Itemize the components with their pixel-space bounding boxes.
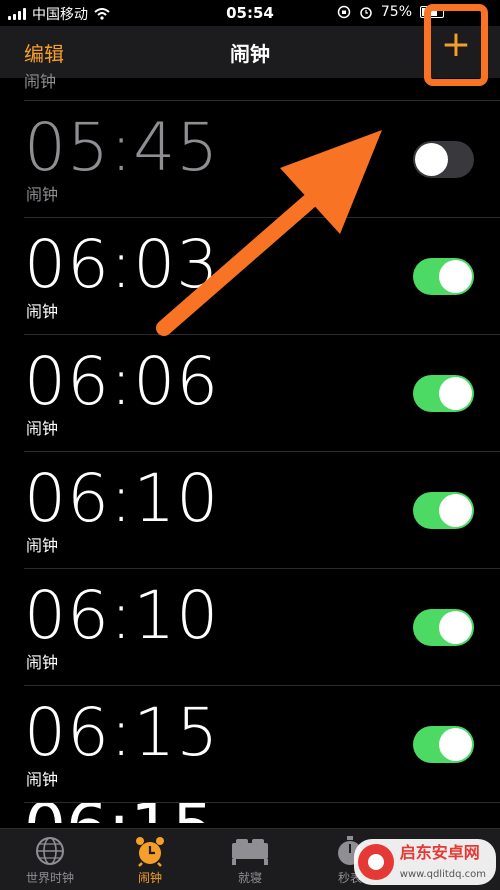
orientation-lock-icon <box>337 5 351 19</box>
alarm-time: 06:15 <box>24 694 220 771</box>
globe-icon <box>0 835 100 869</box>
add-alarm-button[interactable]: + <box>424 4 488 86</box>
alarm-toggle[interactable] <box>413 492 474 529</box>
alarm-time: 06:06 <box>24 343 220 420</box>
tab-alarm-clock[interactable]: 闹钟 <box>100 829 200 890</box>
alarm-time: 06:10 <box>24 577 220 654</box>
watermark-logo: 启东安卓网 www.qdlitdq.com <box>353 839 496 885</box>
alarm-clock-icon <box>100 835 200 869</box>
toggle-knob <box>415 143 448 176</box>
alarm-status-icon <box>360 7 372 19</box>
tab-label: 世界时钟 <box>25 871 74 885</box>
alarm-label: 闹钟 <box>24 72 57 91</box>
tab-bed[interactable]: 就寝 <box>200 829 300 890</box>
alarm-time: 06:10 <box>24 460 220 537</box>
alarm-toggle[interactable] <box>413 609 474 646</box>
alarm-toggle[interactable] <box>413 258 474 295</box>
tab-label: 闹钟 <box>137 871 162 885</box>
tab-label: 就寝 <box>237 871 262 885</box>
tab-globe[interactable]: 世界时钟 <box>0 829 100 890</box>
alarm-label: 闹钟 <box>26 185 59 204</box>
toggle-knob <box>439 494 472 527</box>
alarm-toggle[interactable] <box>413 141 474 178</box>
alarm-label: 闹钟 <box>26 419 59 438</box>
toggle-knob <box>439 377 472 410</box>
alarm-row[interactable]: 06:10 闹钟 <box>24 452 500 569</box>
plus-icon: + <box>440 24 472 65</box>
bed-icon <box>200 835 300 869</box>
alarm-label: 闹钟 <box>26 653 59 672</box>
toggle-knob <box>439 611 472 644</box>
battery-percent: 75% <box>380 4 412 20</box>
alarm-toggle[interactable] <box>413 726 474 763</box>
alarm-row-partial-top[interactable]: 闹钟 <box>24 72 500 101</box>
watermark-text: 启东安卓网 www.qdlitdq.com <box>400 843 486 881</box>
watermark-name: 启东安卓网 <box>399 843 480 862</box>
alarm-row[interactable]: 06:10 闹钟 <box>24 569 500 686</box>
toggle-knob <box>439 728 472 761</box>
alarm-toggle[interactable] <box>413 375 474 412</box>
alarm-row[interactable]: 06:15 闹钟 <box>24 686 500 803</box>
alarm-row[interactable]: 06:06 闹钟 <box>24 335 500 452</box>
alarm-label: 闹钟 <box>26 536 59 555</box>
alarm-label: 闹钟 <box>26 770 59 789</box>
alarm-label: 闹钟 <box>26 302 59 321</box>
alarm-row-partial-bottom[interactable]: 06:15 <box>24 803 500 823</box>
watermark-url: www.qdlitdq.com <box>399 869 486 880</box>
tutorial-arrow-icon <box>156 130 382 336</box>
watermark-icon <box>357 844 394 880</box>
toggle-knob <box>439 260 472 293</box>
alarm-time: 06:15 <box>24 803 214 823</box>
